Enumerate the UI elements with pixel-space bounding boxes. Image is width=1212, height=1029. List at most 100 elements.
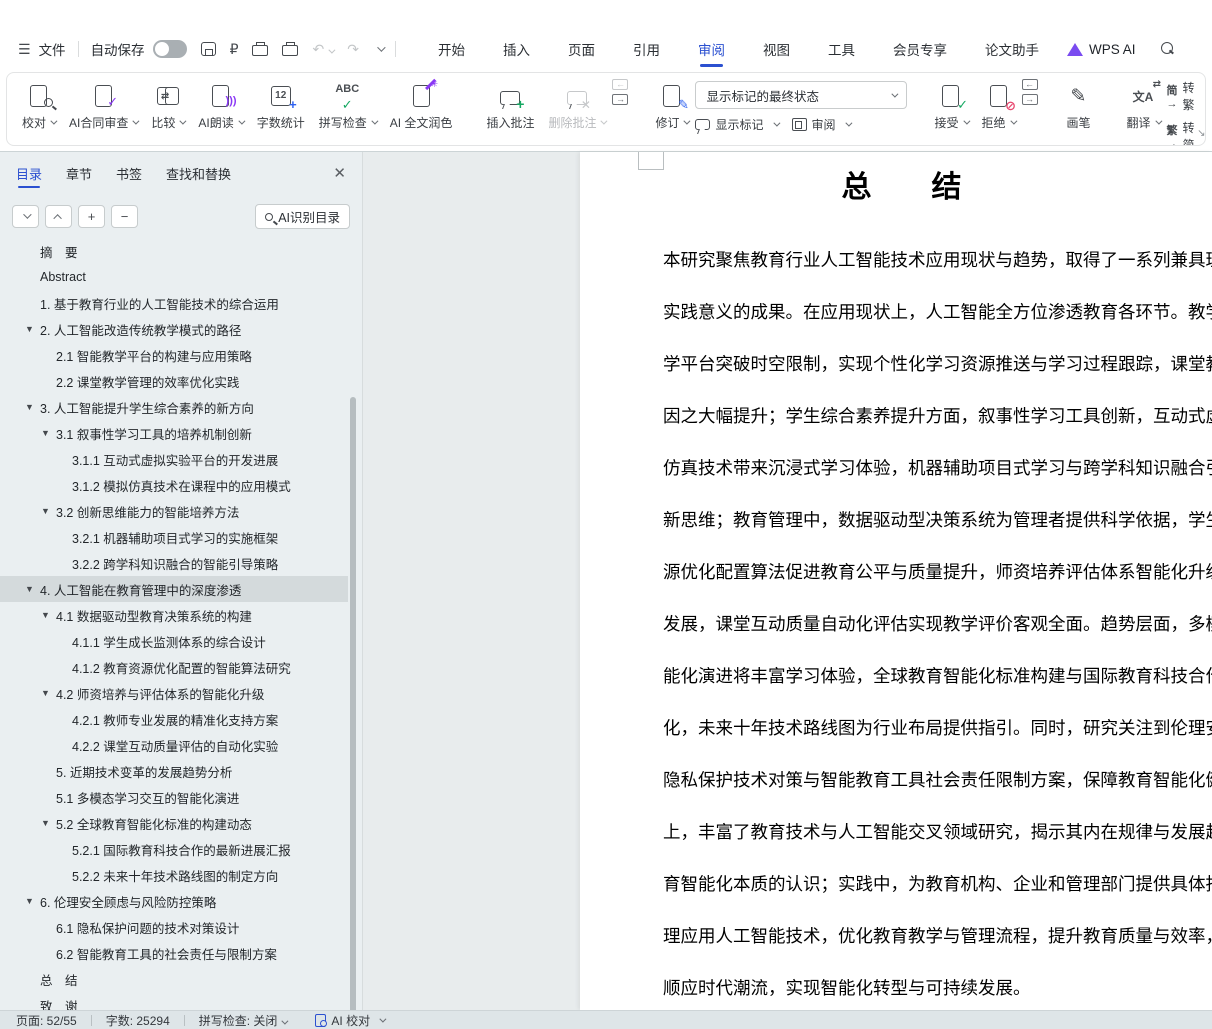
page-indicator[interactable]: 页面: 52/55 bbox=[16, 1012, 77, 1029]
menu-item[interactable]: 开始 bbox=[436, 33, 467, 65]
toc-item[interactable]: ▼ 6.2 智能教育工具的社会责任与限制方案 bbox=[0, 940, 348, 966]
to-simplified-button[interactable]: 繁→ 转简 bbox=[1167, 119, 1195, 146]
expand-all-button[interactable] bbox=[45, 205, 72, 228]
word-count-button[interactable]: 12+ 字数统计 bbox=[250, 79, 312, 135]
toc-item[interactable]: ▼ 总 结 bbox=[0, 966, 348, 992]
markup-state-dropdown[interactable]: 显示标记的最终状态 bbox=[695, 81, 907, 109]
collapse-arrow-icon[interactable]: ▼ bbox=[25, 324, 40, 334]
proofread-button[interactable]: 校对 bbox=[15, 79, 62, 135]
collapse-arrow-icon[interactable]: ▼ bbox=[25, 896, 40, 906]
menu-item[interactable]: 审阅 bbox=[696, 33, 727, 65]
ai-contract-review-button[interactable]: ✓ AI合同审查 bbox=[62, 79, 144, 135]
menu-item[interactable]: 视图 bbox=[761, 33, 792, 65]
collapse-all-button[interactable] bbox=[12, 205, 39, 228]
toc-item[interactable]: ▼ 3.2 创新思维能力的智能培养方法 bbox=[0, 498, 348, 524]
toc-item[interactable]: ▼ 5.2 全球教育智能化标准的构建动态 bbox=[0, 810, 348, 836]
hamburger-icon[interactable]: ☰ bbox=[18, 41, 31, 58]
panel-tab[interactable]: 目录 bbox=[16, 164, 42, 188]
output-pdf-icon[interactable]: ₽ bbox=[230, 42, 239, 56]
word-count-indicator[interactable]: 字数: 25294 bbox=[106, 1012, 170, 1029]
print-icon[interactable] bbox=[252, 45, 268, 56]
collapse-arrow-icon[interactable]: ▼ bbox=[41, 428, 56, 438]
next-change-icon[interactable]: → bbox=[1022, 94, 1038, 105]
toc-item[interactable]: ▼ 摘 要 bbox=[0, 238, 348, 264]
track-changes-button[interactable]: ✎ 修订 bbox=[648, 79, 695, 135]
spell-check-button[interactable]: ABC✓ 拼写检查 bbox=[312, 79, 383, 135]
toc-item[interactable]: ▼ 2.2 课堂教学管理的效率优化实践 bbox=[0, 368, 348, 394]
collapse-arrow-icon[interactable]: ▼ bbox=[25, 402, 40, 412]
reject-change-button[interactable]: ⊘ 拒绝 bbox=[975, 79, 1022, 135]
menu-item[interactable]: 工具 bbox=[826, 33, 857, 65]
toc-item[interactable]: ▼ 4.1.1 学生成长监测体系的综合设计 bbox=[0, 628, 348, 654]
menu-item[interactable]: 页面 bbox=[566, 33, 597, 65]
undo-icon[interactable]: ↶ bbox=[312, 42, 333, 56]
show-markup-button[interactable]: 显示标记 bbox=[695, 116, 777, 133]
toc-item[interactable]: ▼ 4.2 师资培养与评估体系的智能化升级 bbox=[0, 680, 348, 706]
toc-item[interactable]: ▼ 6. 伦理安全顾虑与风险防控策略 bbox=[0, 888, 348, 914]
toc-item[interactable]: ▼ 5.2.1 国际教育科技合作的最新进展汇报 bbox=[0, 836, 348, 862]
toc-item[interactable]: ▼ Abstract bbox=[0, 264, 348, 290]
collapse-arrow-icon[interactable]: ▼ bbox=[41, 610, 56, 620]
file-menu[interactable]: 文件 bbox=[39, 39, 66, 59]
panel-tab[interactable]: 书签 bbox=[116, 164, 142, 188]
insert-comment-button[interactable]: + 插入批注 bbox=[479, 79, 541, 135]
spell-check-status[interactable]: 拼写检查: 关闭 bbox=[199, 1012, 287, 1029]
toc-item[interactable]: ▼ 4.2.1 教师专业发展的精准化支持方案 bbox=[0, 706, 348, 732]
document-page[interactable]: 总 结 本研究聚焦教育行业人工智能技术应用现状与趋势，取得了一系列兼具理 实践意… bbox=[580, 152, 1212, 1010]
menu-item[interactable]: 会员专享 bbox=[891, 33, 949, 65]
zoom-out-outline-button[interactable]: − bbox=[111, 205, 138, 228]
accept-change-button[interactable]: ✓ 接受 bbox=[927, 79, 974, 135]
toc-item[interactable]: ▼ 4.1 数据驱动型教育决策系统的构建 bbox=[0, 602, 348, 628]
search-icon[interactable] bbox=[1161, 42, 1173, 57]
ai-read-aloud-button[interactable]: ))) AI朗读 bbox=[191, 79, 249, 135]
toc-item[interactable]: ▼ 3. 人工智能提升学生综合素养的新方向 bbox=[0, 394, 348, 420]
delete-comment-button[interactable]: ✕ 删除批注 bbox=[541, 79, 612, 135]
menu-item[interactable]: 插入 bbox=[501, 33, 532, 65]
menu-item[interactable]: 引用 bbox=[631, 33, 662, 65]
zoom-in-outline-button[interactable]: + bbox=[78, 205, 105, 228]
redo-icon[interactable]: ↷ bbox=[347, 42, 359, 56]
previous-comment-icon[interactable]: ← bbox=[612, 79, 628, 90]
menu-item[interactable]: 论文助手 bbox=[983, 33, 1041, 65]
panel-close-icon[interactable]: ✕ bbox=[333, 164, 346, 182]
print-preview-icon[interactable] bbox=[282, 45, 298, 56]
ink-brush-button[interactable]: ✎ 画笔 bbox=[1058, 79, 1100, 135]
previous-change-icon[interactable]: ← bbox=[1022, 79, 1038, 90]
next-comment-icon[interactable]: → bbox=[612, 94, 628, 105]
ai-recognize-toc-button[interactable]: AI识别目录 bbox=[255, 204, 350, 229]
panel-tab[interactable]: 章节 bbox=[66, 164, 92, 188]
quick-access-chevron-icon[interactable] bbox=[377, 43, 385, 51]
toc-item[interactable]: ▼ 3.2.1 机器辅助项目式学习的实施框架 bbox=[0, 524, 348, 550]
panel-tab[interactable]: 查找和替换 bbox=[166, 164, 231, 188]
toc-item[interactable]: ▼ 4.2.2 课堂互动质量评估的自动化实验 bbox=[0, 732, 348, 758]
translate-button[interactable]: 文A⇄ 翻译 bbox=[1120, 79, 1167, 135]
ai-proofread-status[interactable]: AI 校对 bbox=[315, 1012, 384, 1029]
toc-item[interactable]: ▼ 4.1.2 教育资源优化配置的智能算法研究 bbox=[0, 654, 348, 680]
toc-item[interactable]: ▼ 3.1.1 互动式虚拟实验平台的开发进展 bbox=[0, 446, 348, 472]
collapse-arrow-icon[interactable]: ▼ bbox=[41, 688, 56, 698]
review-pane-button[interactable]: 审阅 bbox=[792, 116, 850, 133]
toc-item[interactable]: ▼ 2. 人工智能改造传统教学模式的路径 bbox=[0, 316, 348, 342]
toc-item[interactable]: ▼ 3.1.2 模拟仿真技术在课程中的应用模式 bbox=[0, 472, 348, 498]
compare-button[interactable]: ⇄ 比较 bbox=[144, 79, 191, 135]
collapse-arrow-icon[interactable]: ▼ bbox=[25, 584, 40, 594]
toc-item[interactable]: ▼ 5. 近期技术变革的发展趋势分析 bbox=[0, 758, 348, 784]
toc-item[interactable]: ▼ 1. 基于教育行业的人工智能技术的综合运用 bbox=[0, 290, 348, 316]
autosave-toggle[interactable] bbox=[153, 40, 187, 58]
ai-polish-button[interactable]: ✳ AI 全文润色 bbox=[383, 79, 460, 135]
collapse-arrow-icon[interactable]: ▼ bbox=[41, 506, 56, 516]
wps-ai-entry[interactable]: WPS AI bbox=[1067, 42, 1136, 57]
toc-item[interactable]: ▼ 5.2.2 未来十年技术路线图的制定方向 bbox=[0, 862, 348, 888]
toc-item[interactable]: ▼ 致 谢 bbox=[0, 992, 348, 1010]
toc-item[interactable]: ▼ 3.2.2 跨学科知识融合的智能引导策略 bbox=[0, 550, 348, 576]
toc-item[interactable]: ▼ 6.1 隐私保护问题的技术对策设计 bbox=[0, 914, 348, 940]
collapse-arrow-icon[interactable]: ▼ bbox=[41, 818, 56, 828]
toc-item[interactable]: ▼ 5.1 多模态学习交互的智能化演进 bbox=[0, 784, 348, 810]
save-icon[interactable] bbox=[201, 42, 216, 56]
toc-item[interactable]: ▼ 3.1 叙事性学习工具的培养机制创新 bbox=[0, 420, 348, 446]
panel-scrollbar[interactable] bbox=[350, 397, 356, 1010]
toc-item[interactable]: ▼ 4. 人工智能在教育管理中的深度渗透 bbox=[0, 576, 348, 602]
to-traditional-button[interactable]: 简→ 转繁 bbox=[1167, 79, 1195, 113]
dialog-launcher-icon[interactable]: ↘ bbox=[1197, 128, 1205, 139]
toc-item[interactable]: ▼ 2.1 智能教学平台的构建与应用策略 bbox=[0, 342, 348, 368]
